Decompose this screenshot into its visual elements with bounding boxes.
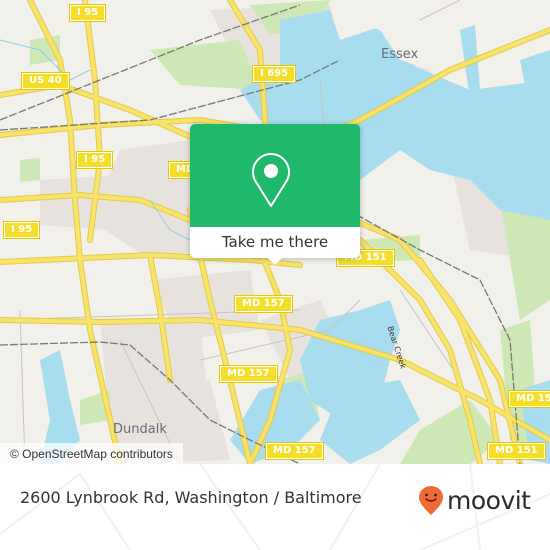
address-label: 2600 Lynbrook Rd, Washington / Baltimore	[20, 488, 362, 507]
road-shield-md151: MD 151	[487, 442, 546, 460]
road-shield-md157: MD 157	[219, 365, 278, 383]
road-shield-i695: I 695	[251, 65, 297, 83]
take-me-there-button[interactable]: Take me there	[190, 227, 360, 258]
place-label-essex: Essex	[381, 47, 419, 62]
location-pin-icon	[252, 153, 290, 207]
road-shield-i95: I 95	[75, 151, 114, 169]
popup-pointer	[267, 257, 283, 265]
moovit-face-pin-icon	[419, 486, 443, 515]
footer-bar: 2600 Lynbrook Rd, Washington / Baltimore…	[0, 464, 550, 550]
road-shield-i95: I 95	[68, 4, 107, 22]
osm-attribution-link[interactable]: © OpenStreetMap contributors	[0, 443, 183, 464]
map-card: I 95 US 40 I 695 I 95 MD I 95 MD 151 MD …	[0, 0, 550, 550]
road-shield-i95: I 95	[2, 221, 41, 239]
moovit-wordmark: moovit	[447, 486, 531, 515]
road-shield-md151: MD 151	[508, 390, 550, 408]
destination-popup[interactable]: Take me there	[190, 124, 360, 265]
moovit-logo[interactable]: moovit	[418, 486, 531, 516]
place-label-dundalk: Dundalk	[113, 422, 167, 437]
road-shield-md157: MD 157	[234, 295, 293, 313]
road-shield-md157: MD 157	[265, 442, 324, 460]
popup-header[interactable]	[190, 124, 360, 227]
road-shield-us40: US 40	[21, 72, 70, 90]
map-canvas[interactable]: I 95 US 40 I 695 I 95 MD I 95 MD 151 MD …	[0, 0, 550, 464]
